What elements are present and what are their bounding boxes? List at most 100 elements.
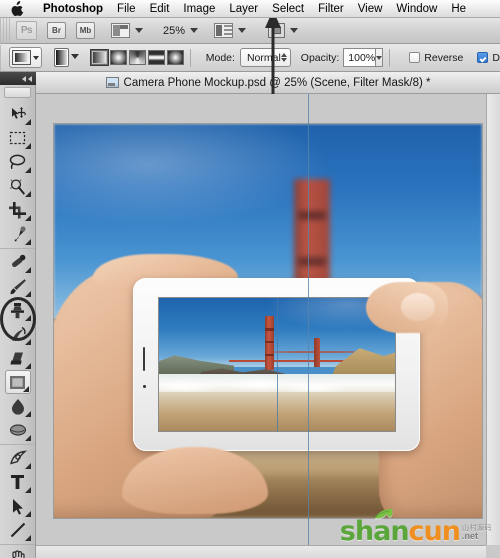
tool-submenu-indicator[interactable] [24,463,31,469]
spot-healing-brush-tool[interactable] [4,250,32,274]
crop-tool[interactable] [4,198,32,222]
leaf-icon [374,509,393,519]
hand-tool[interactable] [4,546,32,558]
chevron-down-icon[interactable] [135,28,143,33]
menu-file[interactable]: File [110,1,143,17]
vertical-scrollbar[interactable] [486,94,500,545]
optionsbar-grip[interactable] [0,44,2,71]
menu-help[interactable]: He [444,1,473,17]
rectangular-marquee-tool[interactable] [4,126,32,150]
vertical-guide[interactable] [308,94,309,558]
watermark-cun: cun [408,516,461,548]
document-thumbnail-icon [105,77,119,88]
tool-preset-picker[interactable] [9,47,43,68]
launch-bridge-button[interactable]: Br [47,22,66,39]
document-canvas[interactable] [36,94,500,558]
tool-submenu-indicator[interactable] [24,167,31,173]
arrange-documents-icon[interactable] [214,23,234,38]
reverse-checkbox[interactable] [409,52,421,63]
mode-label: Mode: [205,51,235,64]
options-bar: Mode: Normal Opacity: 100% Reverse D [0,44,500,72]
tool-submenu-indicator[interactable] [24,487,31,493]
tools-palette-tab[interactable] [4,87,31,98]
reflected-gradient-button[interactable] [147,50,165,65]
eraser-tool[interactable] [4,346,32,370]
tool-submenu-indicator[interactable] [24,363,31,369]
apple-logo-icon[interactable] [8,0,26,18]
diamond-gradient-button[interactable] [166,50,184,65]
menu-photoshop[interactable]: Photoshop [36,1,110,17]
pen-tool[interactable] [4,446,32,470]
opacity-input[interactable]: 100% [343,48,377,67]
path-selection-tool[interactable] [4,494,32,518]
gradient-swatch[interactable] [54,48,79,67]
menu-layer[interactable]: Layer [222,1,265,17]
angle-gradient-button[interactable] [128,50,146,65]
linear-gradient-button[interactable] [89,49,109,66]
menu-filter[interactable]: Filter [311,1,351,17]
tool-group-retouch [0,249,35,445]
brush-tool[interactable] [4,274,32,298]
dither-checkbox[interactable] [477,52,489,63]
radial-gradient-button[interactable] [109,50,127,65]
preset-chevron-down-icon[interactable] [33,55,40,60]
tool-submenu-indicator[interactable] [24,435,31,441]
tool-submenu-indicator[interactable] [24,267,31,273]
line-tool[interactable] [4,518,32,542]
scene-image [53,123,483,519]
dither-label: D [492,51,500,64]
watermark-suffix: 山村源码 .net [462,525,492,541]
tool-submenu-indicator[interactable] [24,191,31,197]
blur-tool[interactable] [4,394,32,418]
opacity-chevron-down-icon[interactable] [376,48,384,67]
gradient-type-buttons [89,49,184,66]
arrange-documents-group[interactable] [198,18,250,44]
tool-submenu-indicator[interactable] [24,215,31,221]
gradient-tool-circle-annotation [0,297,36,341]
view-extras-group[interactable] [95,18,147,44]
appbar-grip[interactable] [0,17,10,44]
tool-submenu-indicator[interactable] [24,411,31,417]
phone-bridge-tower-near [264,316,274,370]
gradient-tool[interactable] [4,370,31,394]
tool-group-vector [0,445,35,545]
watermark-net: .net [462,531,479,541]
type-tool[interactable] [4,470,32,494]
phone-front-camera [142,385,146,389]
menu-window[interactable]: Window [389,1,444,17]
menu-image[interactable]: Image [176,1,222,17]
eyedropper-tool[interactable] [4,222,32,246]
photoshop-window: Photoshop File Edit Image Layer Select F… [0,0,500,558]
phone-speaker [143,347,146,372]
dodge-tool[interactable] [4,418,32,442]
menu-select[interactable]: Select [265,1,311,17]
lasso-tool[interactable] [4,150,32,174]
dither-checkbox-row[interactable]: D [477,52,500,64]
zoom-level-value[interactable]: 25% [163,25,185,37]
tool-submenu-indicator[interactable] [24,239,31,245]
launch-mini-bridge-button[interactable]: Mb [76,22,95,39]
zoom-chevron-down-icon[interactable] [190,28,199,33]
move-tool[interactable] [4,102,32,126]
tool-submenu-indicator[interactable] [22,386,29,392]
application-bar: Ps Br Mb 25% [0,17,500,44]
phone-bridge-tower-far [314,337,321,367]
reverse-checkbox-row[interactable]: Reverse [409,52,463,64]
arrange-chevron-down-icon[interactable] [238,28,247,33]
menu-edit[interactable]: Edit [143,1,177,17]
tool-submenu-indicator[interactable] [24,511,31,517]
tool-submenu-indicator[interactable] [24,119,31,125]
tool-submenu-indicator[interactable] [24,535,31,541]
menu-view[interactable]: View [351,1,390,17]
site-watermark: shancun 山村源码 .net [340,509,492,545]
tool-submenu-indicator[interactable] [24,291,31,297]
screen-layout-icon[interactable] [111,23,130,38]
fingernail [400,293,435,321]
tools-palette-header[interactable] [0,72,36,85]
gradient-picker-chevron-down-icon[interactable] [70,54,79,59]
ps-home-button[interactable]: Ps [16,21,37,40]
quick-selection-tool[interactable] [4,174,32,198]
tool-submenu-indicator[interactable] [24,339,31,345]
screenmode-chevron-down-icon[interactable] [290,28,299,33]
tool-submenu-indicator[interactable] [24,143,31,149]
